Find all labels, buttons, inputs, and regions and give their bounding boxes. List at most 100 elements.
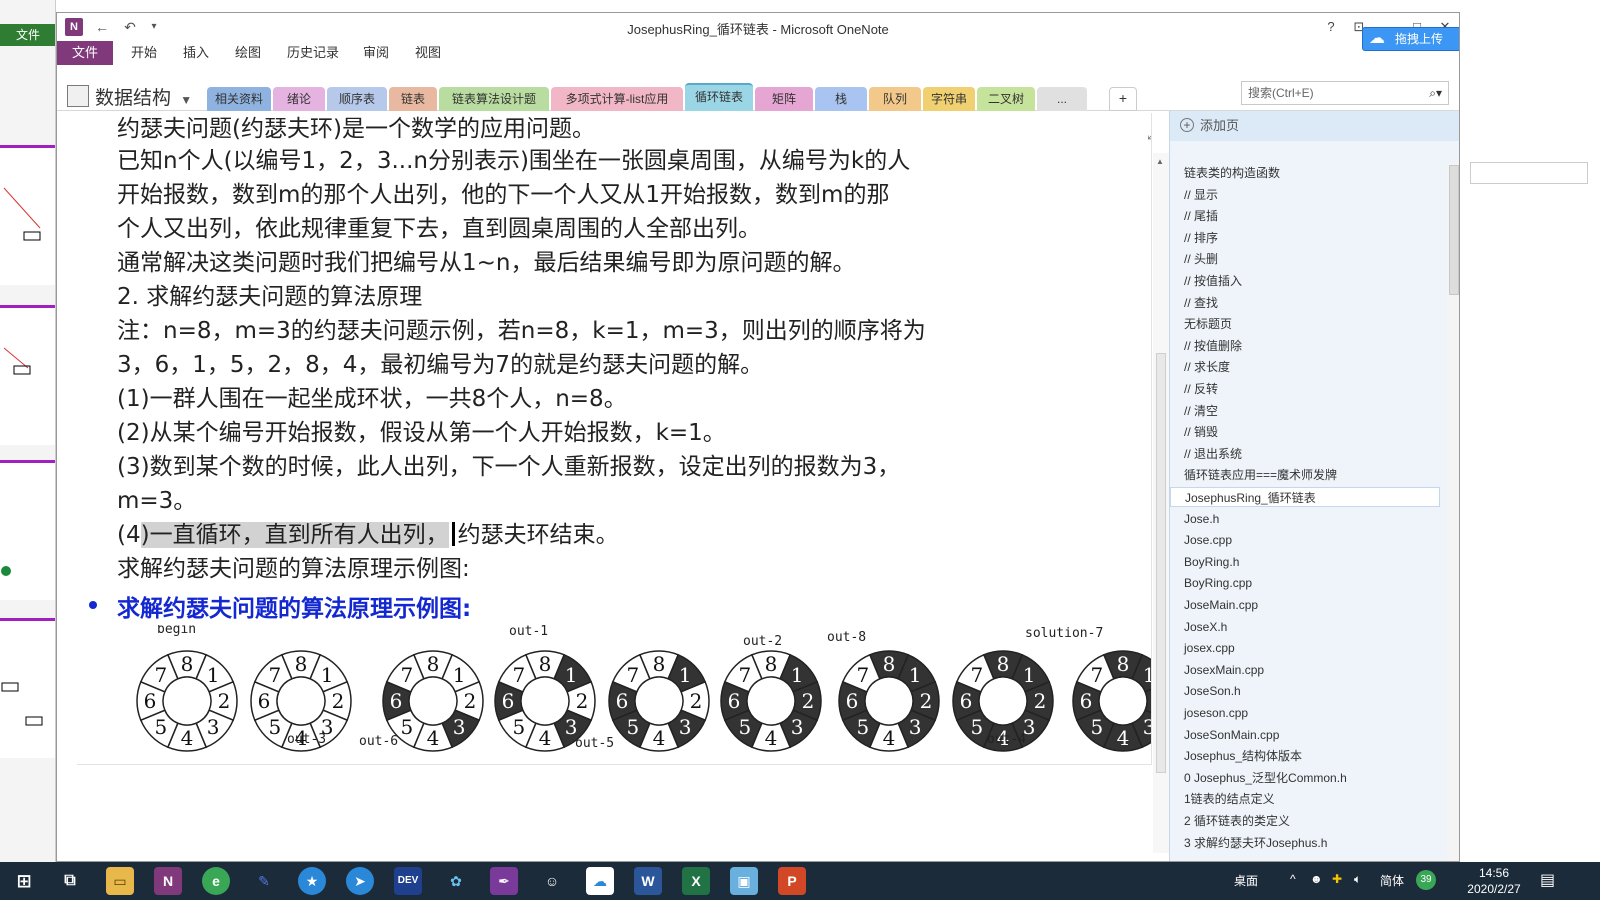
page-item[interactable]: // 查找 [1184, 293, 1218, 313]
content-line[interactable]: 3，6，1，5，2，8，4，最初编号为7的就是约瑟夫问题的解。 [117, 345, 763, 379]
page-item[interactable]: 无标题页 [1184, 314, 1232, 334]
bg-slide-thumb[interactable] [0, 305, 55, 445]
expand-icon[interactable]: ⤢ [1147, 127, 1151, 143]
tab-section-3[interactable]: 链表 [389, 87, 437, 111]
tab-section-0[interactable]: 相关资料 [207, 87, 271, 111]
page-item[interactable]: Jose.h [1184, 509, 1219, 529]
page-list-scroll-thumb[interactable] [1449, 165, 1459, 295]
page-item[interactable]: // 按值插入 [1184, 271, 1242, 291]
tray-app-icon[interactable]: ☻ [1310, 872, 1323, 886]
tab-draw[interactable]: 绘图 [225, 41, 271, 65]
star-app-icon[interactable]: ★ [298, 867, 326, 895]
content-line[interactable]: 个人又出列，依此规律重复下去，直到圆桌周围的人全部出列。 [117, 209, 761, 243]
page-item[interactable]: // 销毁 [1184, 422, 1218, 442]
bg-slide-thumb[interactable] [0, 460, 55, 600]
onenote-taskbar-icon[interactable]: N [154, 867, 182, 895]
tab-section-8[interactable]: 栈 [815, 87, 867, 111]
windows-start-icon[interactable]: ⊞ [10, 867, 38, 895]
content-line[interactable]: (2)从某个编号开始报数，假设从第一个人开始报数，k=1。 [117, 413, 726, 447]
page-item[interactable]: // 头删 [1184, 249, 1218, 269]
ime-indicator[interactable]: 简体 [1380, 872, 1404, 889]
content-line[interactable]: 求解约瑟夫问题的算法原理示例图: [117, 549, 470, 583]
page-item[interactable]: JosexMain.cpp [1184, 660, 1264, 680]
tab-section-10[interactable]: 字符串 [923, 87, 975, 111]
page-item[interactable]: 2 循环链表的类定义 [1184, 811, 1290, 831]
tab-file[interactable]: 文件 [57, 41, 113, 65]
send-app-icon[interactable]: ➤ [346, 867, 374, 895]
action-center-icon[interactable]: ▤ [1540, 870, 1555, 890]
tab-section-9[interactable]: 队列 [869, 87, 921, 111]
page-item[interactable]: Jose.cpp [1184, 530, 1232, 550]
page-item[interactable]: 链表类的构造函数 [1184, 163, 1280, 183]
tab-view[interactable]: 视图 [405, 41, 451, 65]
page-item[interactable]: JoseSonMain.cpp [1184, 725, 1279, 745]
drag-upload-button[interactable]: ☁ 拖拽上传 [1362, 27, 1459, 51]
tray-chevron-icon[interactable]: ^ [1290, 872, 1296, 886]
tray-network-icon[interactable]: ✚ [1332, 872, 1342, 886]
page-item[interactable]: 循环链表应用===魔术师发牌 [1184, 465, 1337, 485]
powerpoint-icon[interactable]: P [778, 867, 806, 895]
content-line[interactable]: 已知n个人(以编号1，2，3...n分别表示)围坐在一张圆桌周围，从编号为k的人 [117, 141, 910, 175]
page-item[interactable]: // 清空 [1184, 401, 1218, 421]
help-button[interactable]: ? [1319, 17, 1343, 37]
page-item[interactable]: JosephusRing_循环链表 [1170, 487, 1440, 507]
page-item[interactable]: // 按值删除 [1184, 336, 1242, 356]
qq-icon[interactable]: ☺ [538, 867, 566, 895]
add-section-button[interactable]: + [1109, 87, 1137, 111]
tab-home[interactable]: 开始 [121, 41, 167, 65]
page-item[interactable]: 0 Josephus_泛型化Common.h [1184, 768, 1347, 788]
dev-cpp-icon[interactable]: DEV [394, 867, 422, 895]
page-item[interactable]: // 退出系统 [1184, 444, 1242, 464]
browser-icon[interactable]: e [202, 867, 230, 895]
page-scrollbar[interactable]: ▲ [1153, 153, 1169, 853]
notebook-selector[interactable]: 数据结构 ▼ [67, 83, 192, 110]
page-item[interactable]: JoseSon.h [1184, 681, 1241, 701]
desktop-toolbar[interactable]: 桌面 [1234, 872, 1258, 889]
page-scroll-thumb[interactable] [1156, 353, 1166, 773]
tab-section-6[interactable]: 循环链表 [685, 83, 753, 111]
content-line[interactable]: 2. 求解约瑟夫问题的算法原理 [117, 277, 422, 311]
content-line[interactable]: (1)一群人围在一起坐成环状，一共8个人，n=8。 [117, 379, 627, 413]
image-viewer-icon[interactable]: ▣ [730, 867, 758, 895]
tab-section-5[interactable]: 多项式计算-list应用 [551, 87, 683, 111]
pen-app-icon[interactable]: ✒ [490, 867, 518, 895]
excel-icon[interactable]: X [682, 867, 710, 895]
page-item[interactable]: // 排序 [1184, 228, 1218, 248]
selected-text[interactable]: )一直循环，直到所有人出列， [140, 522, 449, 548]
page-item[interactable]: 3 求解约瑟夫环Josephus.h [1184, 833, 1327, 853]
volume-icon[interactable]: 🔈︎ [1354, 872, 1361, 887]
bg-search-field[interactable] [1470, 162, 1588, 184]
page-item[interactable]: JoseMain.cpp [1184, 595, 1258, 615]
tab-review[interactable]: 审阅 [353, 41, 399, 65]
page-item[interactable]: BoyRing.cpp [1184, 573, 1252, 593]
scroll-up-icon[interactable]: ▲ [1156, 157, 1164, 166]
tab-section-1[interactable]: 绪论 [273, 87, 325, 111]
page-item[interactable]: 1链表的结点定义 [1184, 789, 1275, 809]
tab-section-7[interactable]: 矩阵 [755, 87, 813, 111]
josephus-diagram-image[interactable]: 8 1234567 8 1234567 8 1234567 8 1234567 8 1234567… [107, 625, 1152, 760]
page-item[interactable]: Josephus_结构体版本 [1184, 746, 1302, 766]
tab-section-2[interactable]: 顺序表 [327, 87, 387, 111]
page-item[interactable]: JoseX.h [1184, 617, 1227, 637]
page-item[interactable]: // 反转 [1184, 379, 1218, 399]
page-item[interactable]: // 尾插 [1184, 206, 1218, 226]
tab-section-4[interactable]: 链表算法设计题 [439, 87, 549, 111]
tab-history[interactable]: 历史记录 [277, 41, 349, 65]
notification-badge[interactable]: 39 [1416, 870, 1436, 890]
content-line-selected[interactable]: (4)一直循环，直到所有人出列， 约瑟夫环结束。 [117, 515, 619, 549]
content-line[interactable]: 开始报数，数到m的那个人出列，他的下一个人又从1开始报数，数到m的那 [117, 175, 889, 209]
word-icon[interactable]: W [634, 867, 662, 895]
content-line[interactable]: m=3。 [117, 481, 196, 515]
search-input[interactable]: 搜索(Ctrl+E) ⌕▾ [1241, 81, 1449, 105]
search-icon[interactable]: ⌕▾ [1429, 82, 1442, 104]
content-line[interactable]: 注：n=8，m=3的约瑟夫问题示例，若n=8，k=1，m=3，则出列的顺序将为 [117, 311, 926, 345]
page-item[interactable]: // 求长度 [1184, 357, 1230, 377]
tab-section-12[interactable]: ... [1037, 87, 1087, 111]
clock[interactable]: 14:56 2020/2/27 [1464, 865, 1524, 897]
gear-app-icon[interactable]: ✿ [442, 867, 470, 895]
bg-slide-thumb[interactable] [0, 145, 55, 285]
content-line[interactable]: (3)数到某个数的时候，此人出列，下一个人重新报数，设定出列的报数为3， [117, 447, 900, 481]
file-explorer-icon[interactable]: ▭ [106, 867, 134, 895]
page-canvas[interactable]: ⤢ 约瑟夫问题(约瑟夫环)是一个数学的应用问题。 已知n个人(以编号1，2，3.… [77, 113, 1152, 765]
content-line[interactable]: 通常解决这类问题时我们把编号从1~n，最后结果编号即为原问题的解。 [117, 243, 855, 277]
